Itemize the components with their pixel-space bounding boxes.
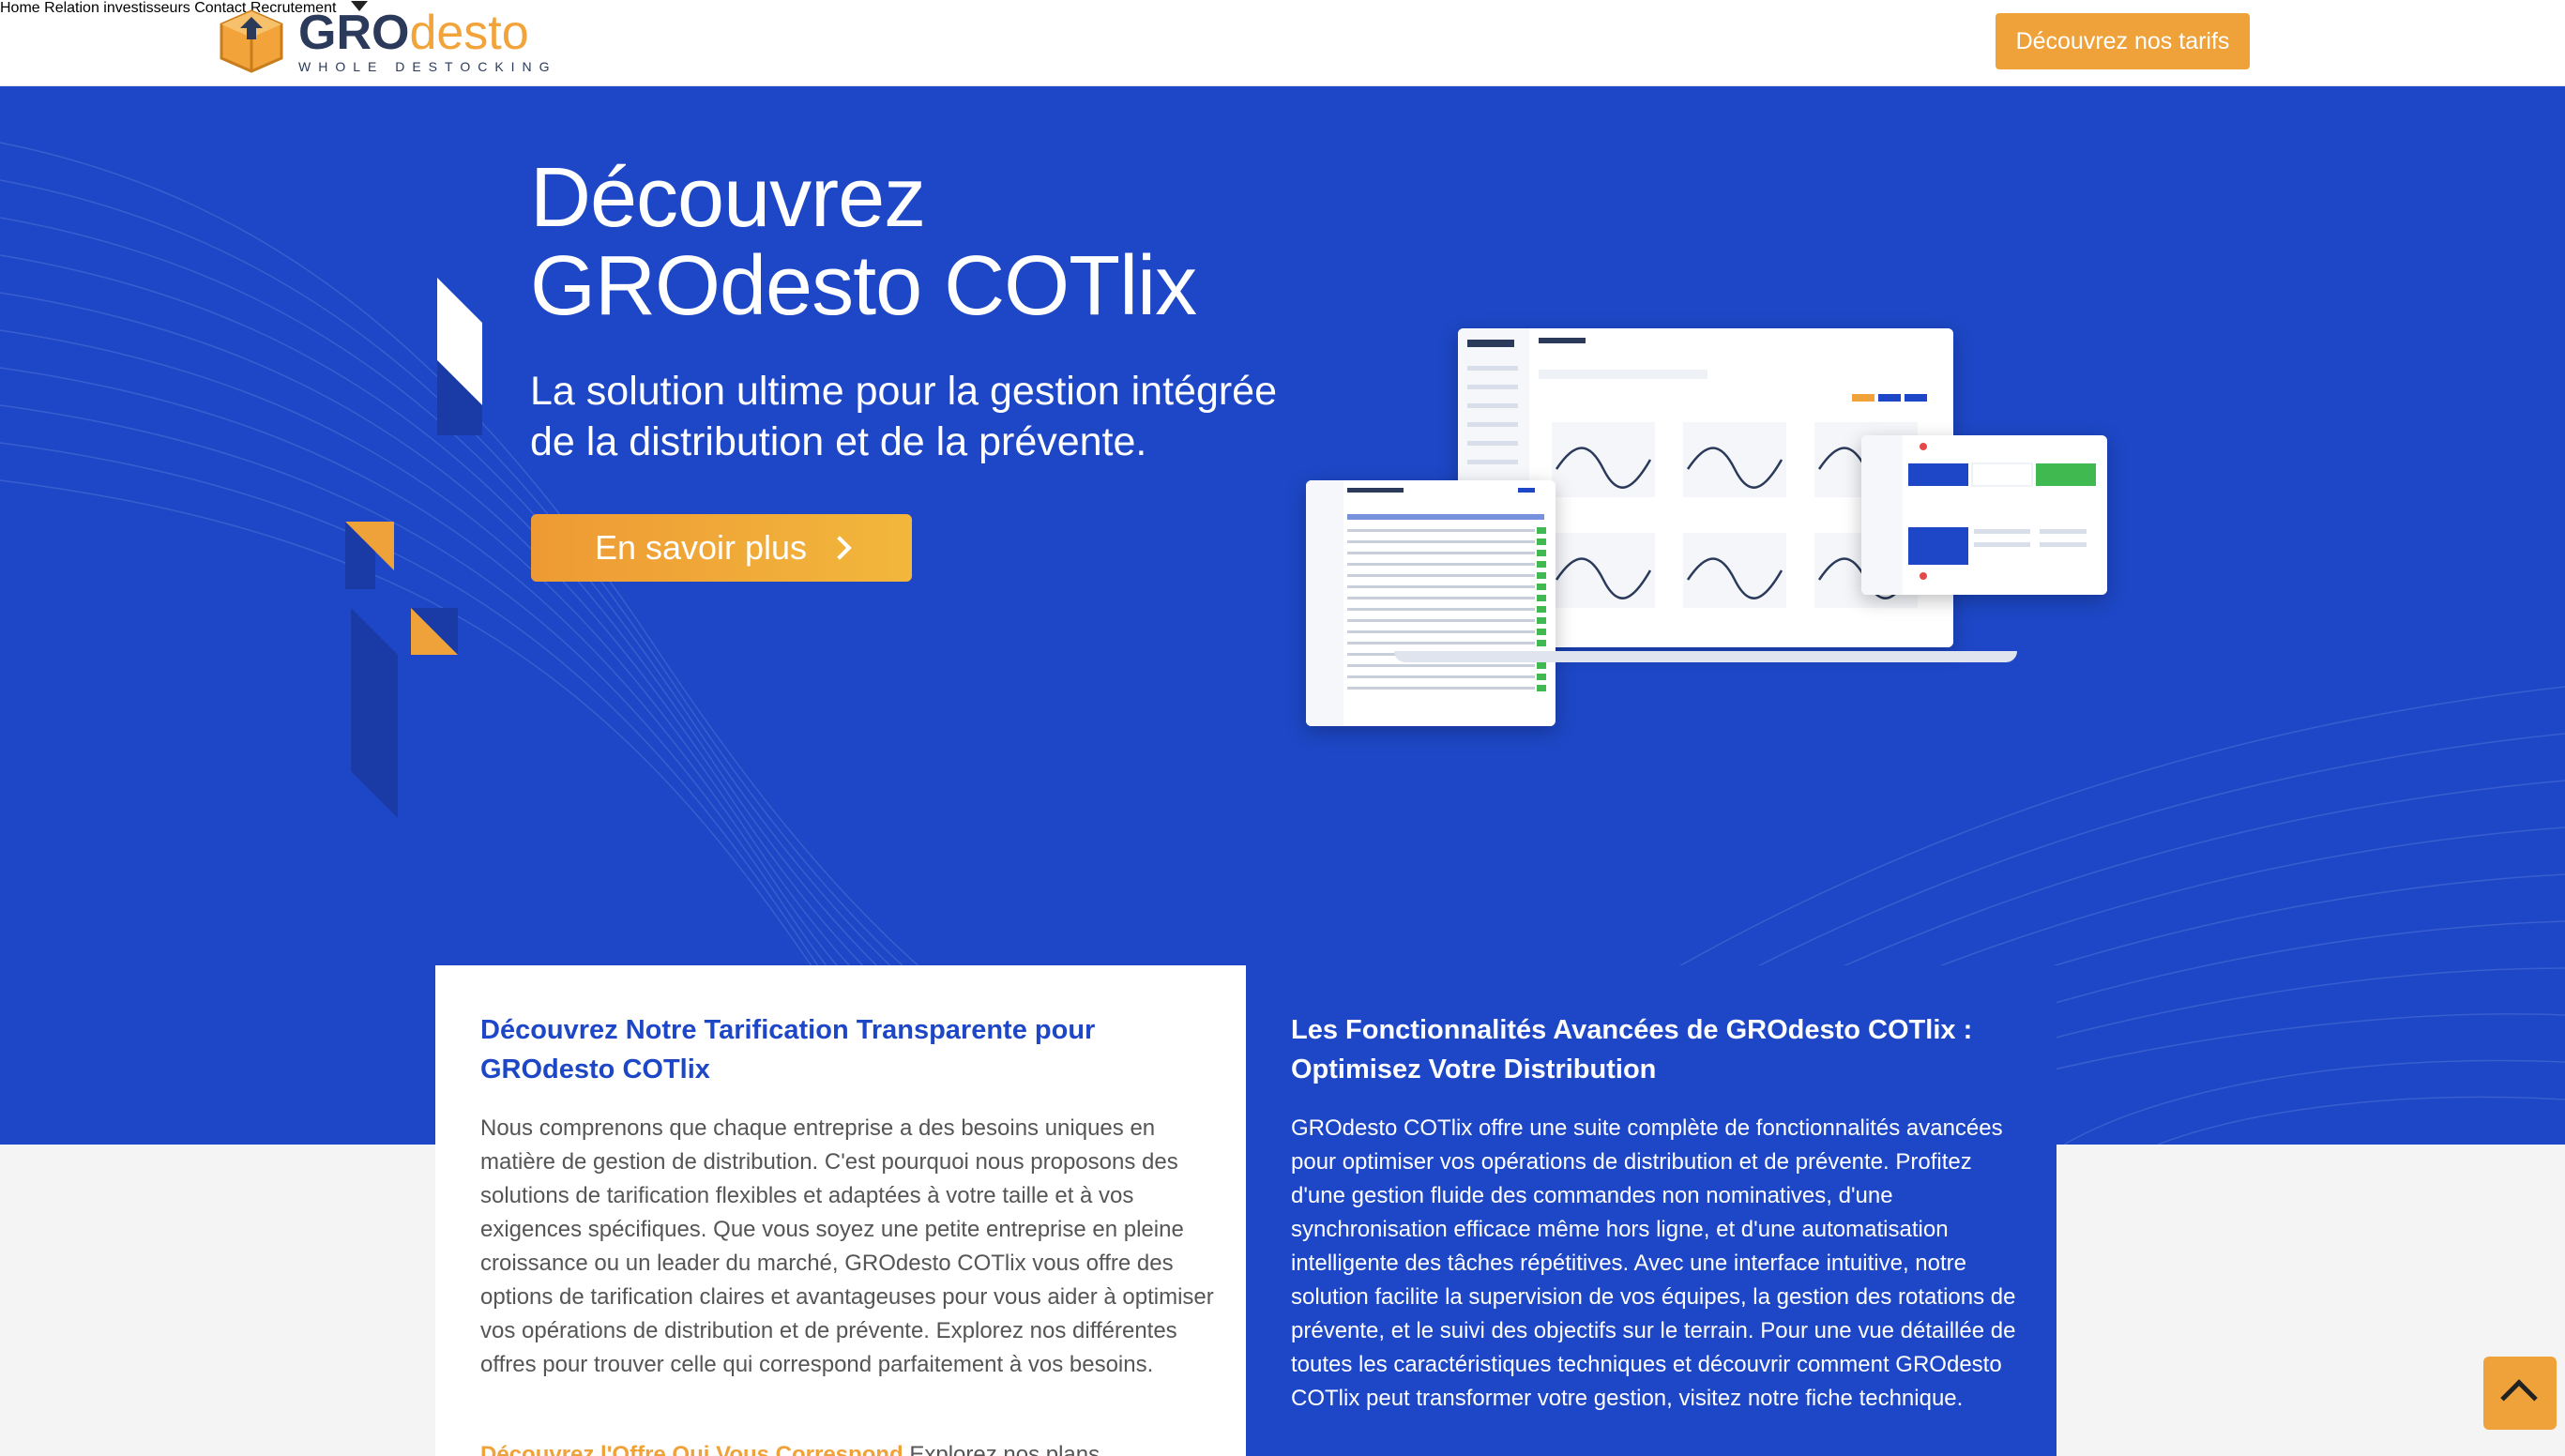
dashboard-screen-stats [1861,435,2107,595]
pricing-card: Découvrez Notre Tarification Transparent… [435,965,1246,1456]
features-card-body: GROdesto COTlix offre une suite complète… [1291,1115,2016,1411]
hero-title-line1: Découvrez [530,151,926,245]
pricing-card-title: Découvrez Notre Tarification Transparent… [480,1015,1096,1084]
box-logo-icon [220,9,283,73]
pricing-link-followup: Explorez nos plans [909,1442,1100,1456]
chevron-right-icon [827,536,852,560]
learn-more-label: En savoir plus [594,528,808,567]
pricing-offer-link[interactable]: Découvrez l'Offre Qui Vous Correspond [480,1442,903,1456]
features-card: Les Fonctionnalités Avancées de GROdesto… [1246,965,2057,1456]
site-header: GROdesto WHOLE DESTOCKING Home Relation … [0,0,2565,86]
nav-investor-relations[interactable]: Relation investisseurs [44,0,190,16]
site-logo[interactable]: GROdesto WHOLE DESTOCKING [218,8,557,75]
chevron-up-icon [2500,1379,2538,1417]
caret-down-icon [351,1,369,12]
nav-home[interactable]: Home [0,0,40,16]
logo-tagline: WHOLE DESTOCKING [298,59,557,74]
pricing-card-body: Nous comprenons que chaque entreprise a … [480,1115,1214,1377]
pricing-card-link-line: Découvrez l'Offre Qui Vous Correspond Ex… [480,1438,1100,1456]
pricing-cta-button[interactable]: Découvrez nos tarifs [1996,13,2250,69]
geometric-accent-decoration [345,278,482,818]
back-to-top-button[interactable] [2483,1357,2557,1430]
features-card-title: Les Fonctionnalités Avancées de GROdesto… [1291,1015,1973,1084]
logo-wordmark: GROdesto [298,6,529,60]
hero-subtitle-line2: de la distribution et de la prévente. [530,419,1147,464]
laptop-base [1394,651,2017,662]
hero-subtitle: La solution ultime pour la gestion intég… [530,366,1374,467]
learn-more-button[interactable]: En savoir plus [531,514,912,582]
hero-subtitle-line1: La solution ultime pour la gestion intég… [530,369,1278,414]
hero-title-line2: GROdesto COTlix [530,239,1197,333]
dashboard-screen-table [1306,480,1556,726]
hero-title: Découvrez GROdesto COTlix [530,151,1197,333]
